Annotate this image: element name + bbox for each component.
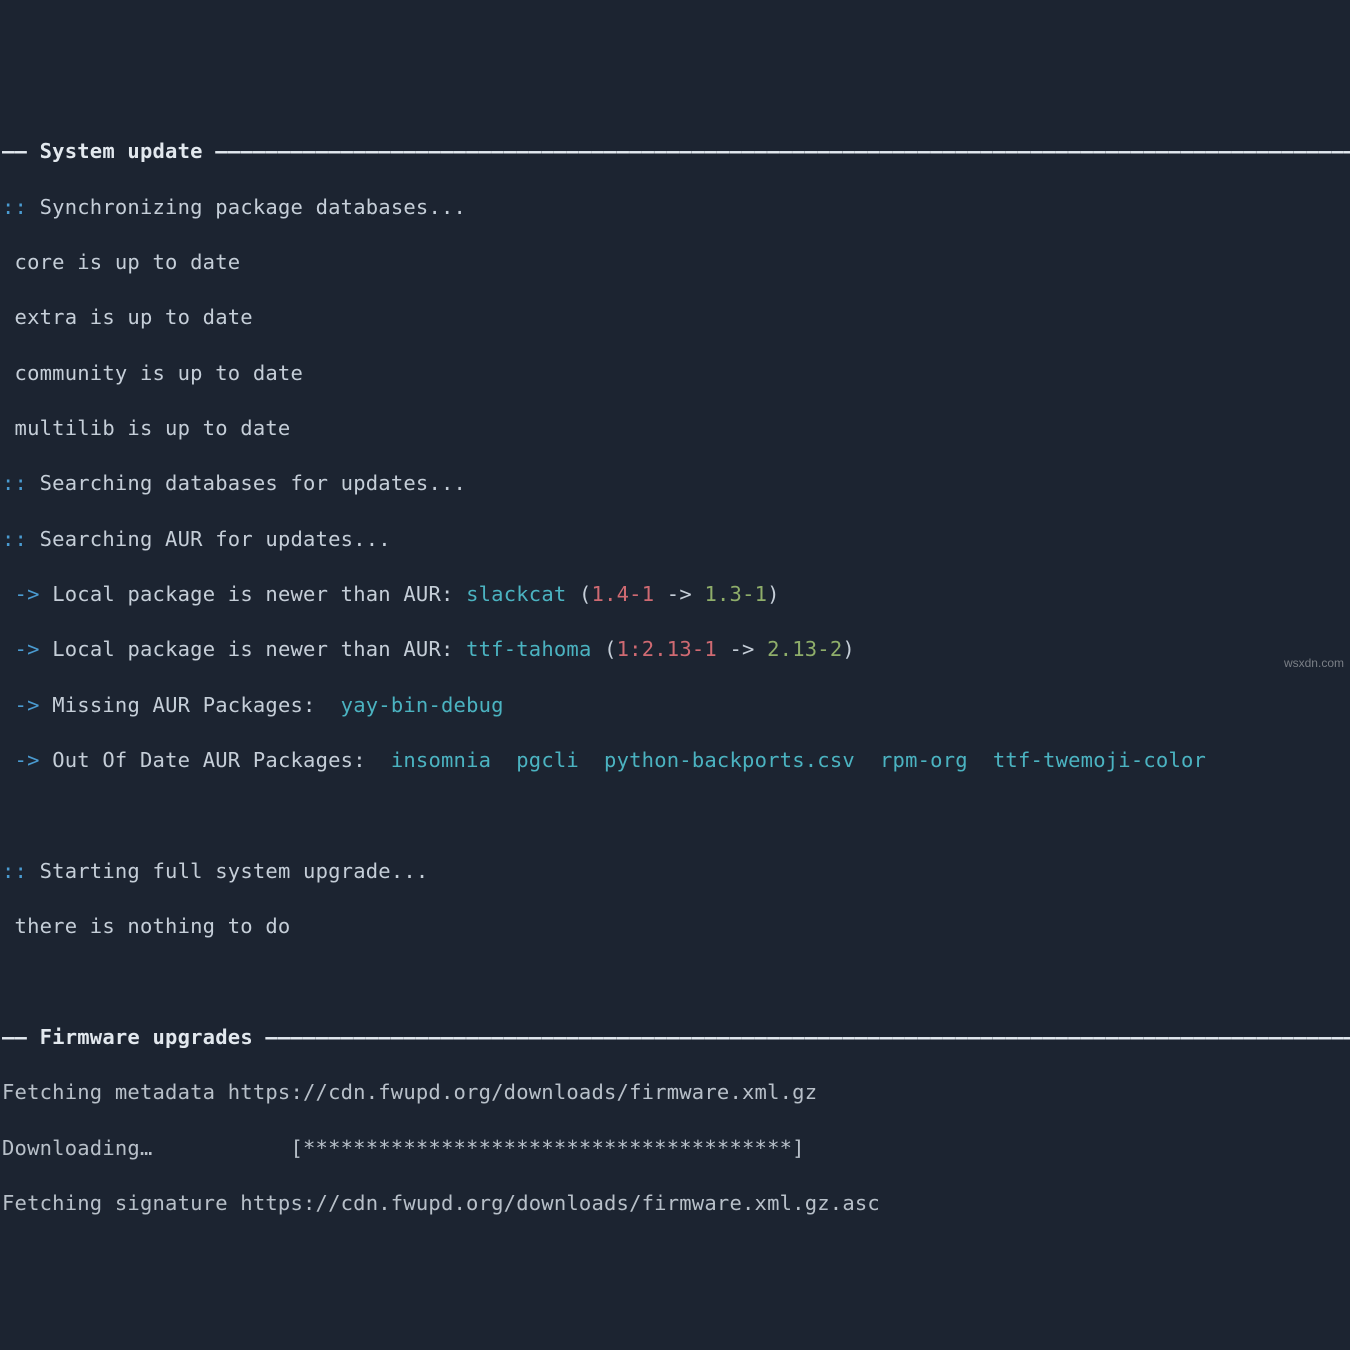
blank-line xyxy=(2,1301,1350,1329)
line-fw-download: Downloading… [**************************… xyxy=(2,1135,1350,1163)
watermark: wsxdn.com xyxy=(1284,655,1344,671)
section-title: System update xyxy=(40,139,203,163)
line-community: community is up to date xyxy=(2,360,1350,388)
line-newer-1: -> Local package is newer than AUR: slac… xyxy=(2,581,1350,609)
section-title: Firmware upgrades xyxy=(40,1025,253,1049)
blank-line xyxy=(2,969,1350,997)
line-core: core is up to date xyxy=(2,249,1350,277)
line-multilib: multilib is up to date xyxy=(2,415,1350,443)
line-missing-aur: -> Missing AUR Packages: yay-bin-debug xyxy=(2,692,1350,720)
line-extra: extra is up to date xyxy=(2,304,1350,332)
line-start-upgrade: :: Starting full system upgrade... xyxy=(2,858,1350,886)
line-nothing: there is nothing to do xyxy=(2,913,1350,941)
line-sync-db: :: Synchronizing package databases... xyxy=(2,194,1350,222)
line-search-db: :: Searching databases for updates... xyxy=(2,470,1350,498)
line-search-aur: :: Searching AUR for updates... xyxy=(2,526,1350,554)
line-fw-fetch-sig: Fetching signature https://cdn.fwupd.org… xyxy=(2,1190,1350,1218)
line-newer-2: -> Local package is newer than AUR: ttf-… xyxy=(2,636,1350,664)
terminal-output: —— System update ———————————————————————… xyxy=(0,111,1350,1350)
blank-line xyxy=(2,1245,1350,1273)
section-header-system-update: —— System update ———————————————————————… xyxy=(2,138,1350,166)
line-ood-aur: -> Out Of Date AUR Packages: insomnia pg… xyxy=(2,747,1350,775)
section-header-firmware: —— Firmware upgrades ———————————————————… xyxy=(2,1024,1350,1052)
blank-line xyxy=(2,802,1350,830)
line-fw-fetch-meta: Fetching metadata https://cdn.fwupd.org/… xyxy=(2,1079,1350,1107)
